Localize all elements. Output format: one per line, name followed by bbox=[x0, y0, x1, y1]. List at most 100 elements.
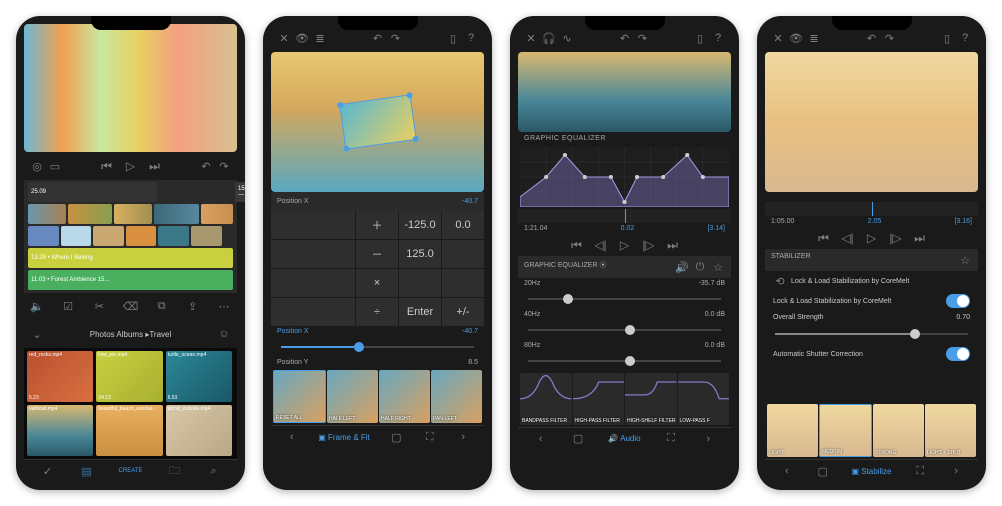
preset-half-right[interactable]: HALF RIGHT bbox=[379, 370, 430, 423]
eye-icon[interactable]: 👁 bbox=[789, 31, 803, 45]
redo-icon[interactable]: ↷ bbox=[389, 31, 403, 45]
eq-graph[interactable] bbox=[520, 147, 729, 207]
star-icon[interactable]: ☆ bbox=[958, 253, 972, 267]
redo-icon[interactable]: ↷ bbox=[883, 31, 897, 45]
audio-clip[interactable]: 13.28 • Where I Belong bbox=[28, 248, 233, 268]
star-icon[interactable]: ☆ bbox=[711, 260, 725, 274]
volume-icon[interactable]: 🔈 bbox=[30, 299, 44, 313]
scrubber[interactable] bbox=[518, 209, 731, 223]
clip[interactable] bbox=[201, 204, 233, 224]
preset-half-left[interactable]: HALF LEFT bbox=[327, 370, 378, 423]
book-icon[interactable]: ▯ bbox=[693, 31, 707, 45]
help-icon[interactable]: ? bbox=[958, 31, 972, 45]
filter-highpass[interactable]: HIGH-PASS FILTER bbox=[573, 373, 625, 425]
close-icon[interactable]: ✕ bbox=[524, 31, 538, 45]
clip[interactable] bbox=[114, 204, 152, 224]
crop-icon[interactable]: ▢ bbox=[571, 432, 585, 446]
keypad-blank[interactable] bbox=[271, 298, 355, 326]
level-light-shut[interactable]: LIGHT + SHUT bbox=[925, 404, 976, 457]
clip[interactable] bbox=[93, 226, 124, 246]
clip[interactable] bbox=[126, 226, 157, 246]
play-icon[interactable]: ▷ bbox=[865, 231, 879, 245]
layers-icon[interactable]: ≣ bbox=[313, 31, 327, 45]
scrubber[interactable] bbox=[765, 202, 978, 216]
keypad-preset2[interactable]: 125.0 bbox=[399, 240, 441, 268]
power-icon[interactable]: ⏻ bbox=[693, 260, 707, 274]
next-icon[interactable]: ⏭ bbox=[148, 159, 162, 173]
keypad-plusminus[interactable]: +/- bbox=[442, 298, 484, 326]
auto-toggle[interactable] bbox=[946, 347, 970, 361]
book-icon[interactable]: ▯ bbox=[446, 31, 460, 45]
audio-clip[interactable]: 15.18 • Breaking Wind — Va... bbox=[235, 182, 245, 202]
band-20-slider[interactable] bbox=[518, 289, 731, 309]
expand-icon[interactable]: ⛶ bbox=[423, 430, 437, 444]
back-icon[interactable]: ‹ bbox=[534, 432, 548, 446]
filter-bandpass[interactable]: BANDPASS FILTER bbox=[520, 373, 572, 425]
keypad-enter[interactable]: Enter bbox=[399, 298, 441, 326]
search-icon[interactable]: ⌕ bbox=[206, 464, 220, 478]
preset-pan-left[interactable]: PAN-LEFT bbox=[431, 370, 482, 423]
back-icon[interactable]: ‹ bbox=[780, 464, 794, 478]
play-icon[interactable]: ▷ bbox=[618, 238, 632, 252]
cut-icon[interactable]: ✂ bbox=[92, 299, 106, 313]
more-icon[interactable]: › bbox=[949, 464, 963, 478]
close-icon[interactable]: ✕ bbox=[771, 31, 785, 45]
redo-icon[interactable]: ↷ bbox=[217, 159, 231, 173]
media-item[interactable]: sailboat.mp4 bbox=[27, 405, 93, 456]
redo-icon[interactable]: ↷ bbox=[636, 31, 650, 45]
keypad-multiply[interactable]: × bbox=[356, 269, 398, 297]
eye-icon[interactable]: 👁 bbox=[295, 31, 309, 45]
filter-highshelf[interactable]: HIGH-SHELF FILTER bbox=[625, 373, 677, 425]
book-icon[interactable]: ▯ bbox=[940, 31, 954, 45]
prev-icon[interactable]: ⏮ bbox=[100, 159, 114, 173]
next-icon[interactable]: ⏭ bbox=[913, 231, 927, 245]
select-icon[interactable]: ☑ bbox=[61, 299, 75, 313]
level-medium[interactable]: MEDIUM bbox=[819, 404, 872, 457]
snapshot-icon[interactable]: ▭ bbox=[48, 159, 62, 173]
clip[interactable] bbox=[61, 226, 92, 246]
media-item[interactable]: kiwi_pie.mp424.13 bbox=[96, 351, 162, 402]
frame-fit-label[interactable]: ▣ Frame & Fit bbox=[318, 433, 370, 442]
audio-label[interactable]: 🔊 Audio bbox=[608, 434, 640, 443]
play-icon[interactable]: ▷ bbox=[124, 159, 138, 173]
pos-x-slider[interactable] bbox=[271, 337, 484, 357]
clip[interactable] bbox=[158, 226, 189, 246]
param-header[interactable]: Position X -40.7 bbox=[271, 192, 484, 211]
more-icon[interactable]: › bbox=[456, 430, 470, 444]
expand-icon[interactable]: ⛶ bbox=[913, 464, 927, 478]
browser-title[interactable]: Photos Albums ▸Travel bbox=[44, 330, 217, 339]
stabilize-label[interactable]: ▣ Stabilize bbox=[851, 467, 891, 476]
strength-slider[interactable] bbox=[765, 324, 978, 344]
crop-icon[interactable]: ▢ bbox=[389, 430, 403, 444]
prev-icon[interactable]: ⏮ bbox=[817, 231, 831, 245]
step-back-icon[interactable]: ◁| bbox=[841, 231, 855, 245]
clip[interactable] bbox=[191, 226, 222, 246]
level-strong[interactable]: STRONG bbox=[873, 404, 924, 457]
preset-row[interactable]: Lock & Load Stabilization by CoreMelt bbox=[765, 291, 978, 311]
copy-icon[interactable]: ⧉ bbox=[155, 299, 169, 313]
help-icon[interactable]: ? bbox=[711, 31, 725, 45]
band-40-slider[interactable] bbox=[518, 320, 731, 340]
step-fwd-icon[interactable]: |▷ bbox=[642, 238, 656, 252]
filter-lowpass[interactable]: LOW-PASS F bbox=[678, 373, 730, 425]
check-icon[interactable]: ✓ bbox=[41, 464, 55, 478]
level-light[interactable]: LIGHT bbox=[767, 404, 818, 457]
step-fwd-icon[interactable]: |▷ bbox=[889, 231, 903, 245]
smile-icon[interactable]: ☺ bbox=[217, 327, 231, 341]
delete-icon[interactable]: ⌫ bbox=[123, 299, 137, 313]
fx-icon[interactable]: ⛶ bbox=[664, 432, 678, 446]
preset-toggle[interactable] bbox=[946, 294, 970, 308]
wave-icon[interactable]: ∿ bbox=[560, 31, 574, 45]
keypad-minus[interactable]: － bbox=[356, 240, 398, 268]
keypad-blank[interactable] bbox=[399, 269, 441, 297]
library-icon[interactable]: ▤ bbox=[80, 464, 94, 478]
keypad-preset1[interactable]: -125.0 bbox=[399, 211, 441, 239]
keypad-zero[interactable]: 0.0 bbox=[442, 211, 484, 239]
overlay-clip[interactable] bbox=[339, 94, 417, 150]
clip[interactable] bbox=[28, 204, 66, 224]
folder-icon[interactable]: 🗀 bbox=[167, 464, 181, 478]
share-icon[interactable]: ⇪ bbox=[186, 299, 200, 313]
keypad-blank[interactable] bbox=[271, 211, 355, 239]
headphones-icon[interactable]: 🎧 bbox=[542, 31, 556, 45]
close-icon[interactable]: ✕ bbox=[277, 31, 291, 45]
